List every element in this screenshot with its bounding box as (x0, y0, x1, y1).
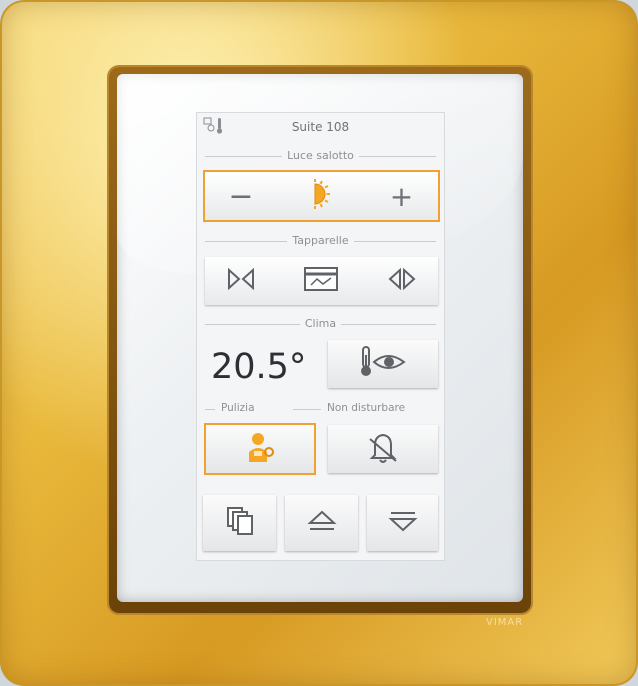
page-title: Suite 108 (291, 120, 350, 134)
blinds-scene-button[interactable] (285, 257, 357, 305)
blinds-open-button[interactable] (365, 257, 438, 305)
maid-icon (243, 430, 277, 468)
blinds-control-bar (205, 257, 438, 305)
sun-icon (304, 177, 338, 215)
bell-muted-icon (365, 429, 401, 469)
climate-button[interactable] (328, 340, 438, 388)
down-arrow-icon (387, 508, 418, 538)
blinds-close-button[interactable] (205, 257, 277, 305)
scroll-down-button[interactable] (367, 495, 438, 551)
light-plus-button[interactable]: + (365, 172, 438, 220)
label-cleaning: Pulizia (221, 402, 255, 414)
blind-open-icon (387, 267, 417, 295)
blind-scene-icon (303, 265, 339, 297)
touch-screen: Suite 108 Luce salotto − + Tapparelle Cl… (197, 113, 444, 560)
eject-up-icon (306, 508, 337, 538)
scroll-up-button[interactable] (285, 495, 358, 551)
light-toggle-button[interactable] (285, 172, 357, 220)
section-label-blinds: Tapparelle (197, 234, 444, 248)
do-not-disturb-button[interactable] (328, 425, 438, 473)
brand-logo: VIMAR (486, 617, 524, 628)
section-label-climate: Clima (197, 317, 444, 331)
header: Suite 108 (197, 113, 444, 141)
pages-icon (224, 505, 256, 541)
section-label-light: Luce salotto (197, 149, 444, 163)
minus-label: − (228, 178, 254, 214)
thermometer-eye-icon (358, 345, 408, 383)
temperature-readout: 20.5° (211, 347, 307, 387)
label-do-not-disturb: Non disturbare (327, 402, 406, 414)
light-control-bar: − + (205, 172, 438, 220)
cleaning-button[interactable] (206, 425, 314, 473)
light-minus-button[interactable]: − (205, 172, 277, 220)
blind-close-icon (226, 267, 256, 295)
plus-label: + (389, 179, 414, 213)
pages-button[interactable] (203, 495, 276, 551)
